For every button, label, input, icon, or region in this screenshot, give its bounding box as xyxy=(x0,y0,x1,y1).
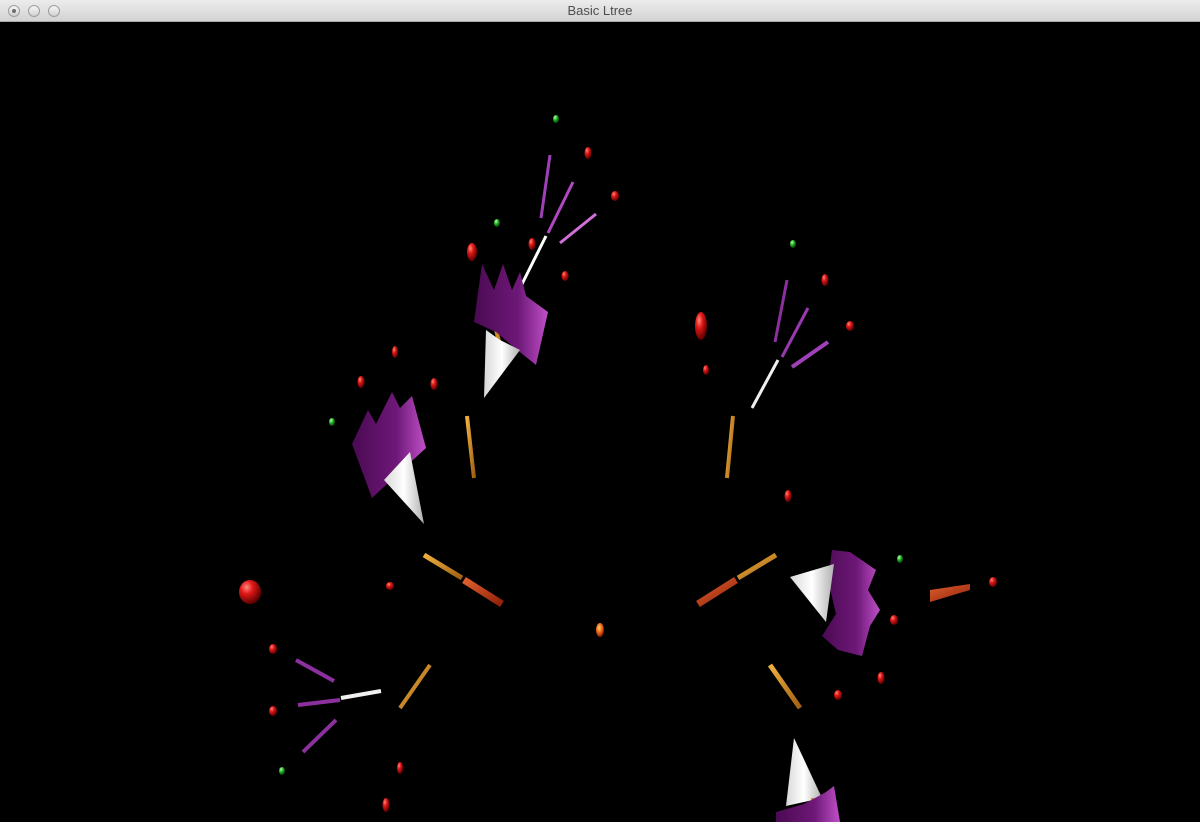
berry xyxy=(561,271,569,281)
render-viewport[interactable] xyxy=(0,22,1200,822)
berry xyxy=(397,762,403,774)
berry xyxy=(239,580,261,604)
bud xyxy=(494,219,500,227)
stem xyxy=(767,663,803,710)
stem xyxy=(930,584,970,602)
berry xyxy=(695,312,707,340)
berry xyxy=(834,690,842,700)
cone xyxy=(786,738,822,806)
berry xyxy=(989,577,997,587)
twig xyxy=(301,718,338,754)
berry xyxy=(269,706,277,716)
berry xyxy=(890,615,898,625)
stem xyxy=(465,415,476,479)
twig xyxy=(773,279,789,343)
twig xyxy=(295,658,335,683)
twig xyxy=(559,212,597,245)
berry xyxy=(386,582,394,590)
bud xyxy=(790,240,796,248)
stem xyxy=(422,552,464,581)
berry xyxy=(596,623,604,637)
berry-group xyxy=(239,147,997,812)
twig xyxy=(546,181,575,234)
berry xyxy=(877,672,885,684)
stem xyxy=(398,663,432,710)
berry xyxy=(821,274,829,286)
berry xyxy=(846,321,854,331)
bud xyxy=(329,418,335,426)
window-title: Basic Ltree xyxy=(567,3,633,18)
twig xyxy=(297,698,341,707)
stem xyxy=(462,577,504,607)
berry xyxy=(357,376,365,388)
stem xyxy=(736,552,778,581)
twig xyxy=(790,340,830,369)
bud xyxy=(897,555,903,563)
twig xyxy=(780,307,810,358)
berry xyxy=(611,191,619,201)
title-bar[interactable]: Basic Ltree xyxy=(0,0,1200,22)
berry xyxy=(528,238,536,250)
stem xyxy=(725,415,735,479)
berry xyxy=(430,378,438,390)
bud xyxy=(553,115,559,123)
ltree-scene xyxy=(239,115,997,822)
berry xyxy=(584,147,592,159)
app-window: Basic Ltree xyxy=(0,0,1200,822)
twig xyxy=(539,154,552,219)
berry xyxy=(382,798,390,812)
cone xyxy=(790,564,834,622)
berry xyxy=(784,490,792,502)
berry xyxy=(703,365,709,375)
flower-group xyxy=(352,264,880,822)
twig xyxy=(750,359,780,409)
twig xyxy=(340,689,382,700)
bud xyxy=(279,767,285,775)
berry xyxy=(467,243,477,261)
berry xyxy=(269,644,277,654)
berry xyxy=(392,346,398,358)
stem xyxy=(696,577,738,607)
